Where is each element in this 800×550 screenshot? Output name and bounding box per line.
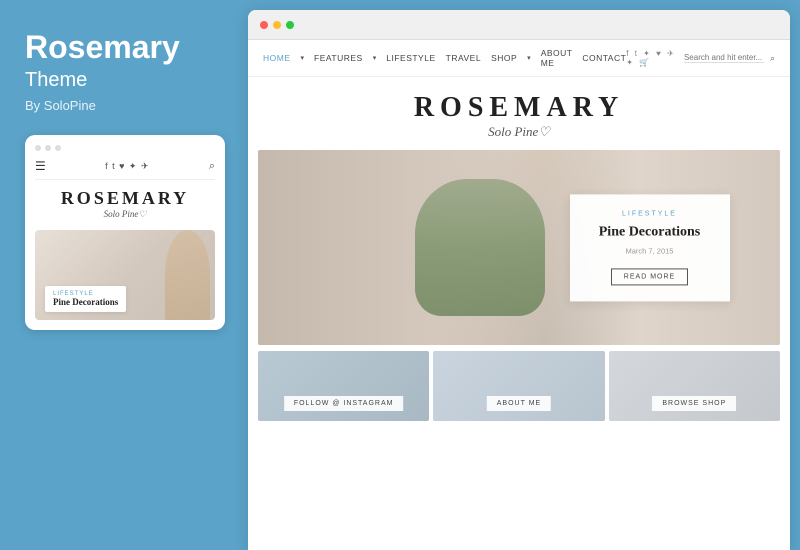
grid-label-shop: BROWSE SHOP (652, 396, 736, 411)
website-logo-area: ROSEMARY Solo Pine♡ (248, 77, 790, 150)
hamburger-icon[interactable]: ☰ (35, 159, 46, 173)
mobile-hero-card: LIFESTYLE Pine Decorations (45, 286, 126, 312)
mobile-window-dots (35, 145, 215, 151)
left-panel: Rosemary Theme By SoloPine ☰ f t ♥ ✦ ✈ ⌕… (0, 0, 248, 550)
nav-item-home[interactable]: HOME (263, 53, 291, 63)
mobile-nav: ☰ f t ♥ ✦ ✈ ⌕ (35, 159, 215, 180)
theme-subtitle: Theme (25, 69, 87, 92)
website-logo-text: ROSEMARY (248, 92, 790, 124)
nav-item-lifestyle[interactable]: LIFESTYLE (386, 53, 435, 63)
hero-date: March 7, 2015 (590, 246, 710, 255)
mobile-social-icons: f t ♥ ✦ ✈ (105, 161, 149, 172)
mobile-dot-2 (45, 145, 51, 151)
mobile-hero-image: LIFESTYLE Pine Decorations (35, 230, 215, 320)
mobile-logo-text: ROSEMARY (35, 188, 215, 209)
grid-item-shop[interactable]: BROWSE SHOP (609, 351, 780, 421)
mobile-preview: ☰ f t ♥ ✦ ✈ ⌕ ROSEMARY Solo Pine♡ LIFEST… (25, 135, 225, 330)
nav-item-about[interactable]: ABOUT ME (541, 48, 573, 68)
grid-label-about: ABOUT ME (487, 396, 551, 411)
mobile-dot-1 (35, 145, 41, 151)
nav-arrow-features: ▾ (373, 54, 377, 62)
mobile-logo-sub: Solo Pine♡ (35, 209, 215, 220)
hero-section: LIFESTYLE Pine Decorations March 7, 2015… (258, 150, 780, 345)
browser-minimize-dot[interactable] (273, 21, 281, 29)
nav-right: f t ✦ ♥ ✈ ✦ 🛒 ⌕ (626, 49, 775, 67)
nav-item-contact[interactable]: CONTACT (582, 53, 626, 63)
nav-arrow-shop: ▾ (527, 54, 531, 62)
mobile-search-icon[interactable]: ⌕ (209, 160, 215, 173)
read-more-button[interactable]: READ MORE (611, 268, 688, 285)
nav-item-shop[interactable]: SHOP (491, 53, 517, 63)
browser-close-dot[interactable] (260, 21, 268, 29)
mobile-hero-title: Pine Decorations (53, 297, 118, 307)
social-icons: f t ✦ ♥ ✈ ✦ 🛒 (626, 49, 678, 67)
website-nav: HOME ▾ FEATURES ▾ LIFESTYLE TRAVEL SHOP … (248, 40, 790, 77)
bottom-grid: FOLLOW @ INSTAGRAM ABOUT ME BROWSE SHOP (258, 351, 780, 421)
website-preview: HOME ▾ FEATURES ▾ LIFESTYLE TRAVEL SHOP … (248, 40, 790, 550)
nav-item-travel[interactable]: TRAVEL (446, 53, 481, 63)
nav-item-features[interactable]: FEATURES (314, 53, 363, 63)
mobile-dot-3 (55, 145, 61, 151)
browser-chrome (248, 10, 790, 40)
right-panel: HOME ▾ FEATURES ▾ LIFESTYLE TRAVEL SHOP … (248, 10, 790, 550)
hero-category: LIFESTYLE (590, 210, 710, 217)
hero-title: Pine Decorations (590, 223, 710, 241)
hero-card: LIFESTYLE Pine Decorations March 7, 2015… (570, 194, 730, 301)
search-icon[interactable]: ⌕ (770, 53, 775, 64)
hero-pine-decoration (415, 179, 546, 316)
grid-label-instagram: FOLLOW @ INSTAGRAM (284, 396, 404, 411)
mobile-logo-area: ROSEMARY Solo Pine♡ (35, 188, 215, 220)
grid-item-about[interactable]: ABOUT ME (433, 351, 604, 421)
mobile-person-figure (165, 230, 210, 320)
nav-left: HOME ▾ FEATURES ▾ LIFESTYLE TRAVEL SHOP … (263, 48, 626, 68)
nav-arrow-home: ▾ (301, 54, 305, 62)
theme-title: Rosemary (25, 30, 180, 65)
website-logo-sub: Solo Pine♡ (248, 124, 790, 140)
browser-maximize-dot[interactable] (286, 21, 294, 29)
theme-author: By SoloPine (25, 98, 96, 113)
search-input[interactable] (684, 53, 764, 63)
grid-item-instagram[interactable]: FOLLOW @ INSTAGRAM (258, 351, 429, 421)
